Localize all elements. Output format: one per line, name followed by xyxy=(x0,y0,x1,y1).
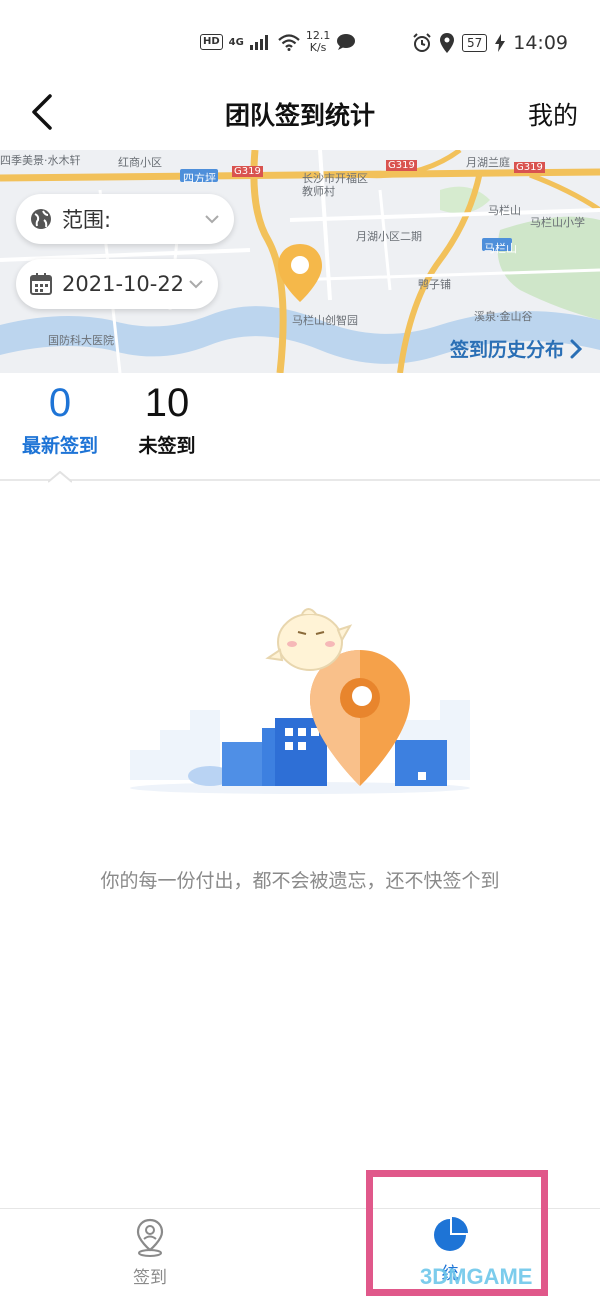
latest-label: 最新签到 xyxy=(21,435,98,457)
hd-badge: HD xyxy=(200,34,223,50)
location-icon xyxy=(439,33,454,53)
status-left: HD 4G 12.1 K/s xyxy=(200,30,356,54)
map-label: 长沙市开福区教师村 xyxy=(302,172,368,198)
status-bar: HD 4G 12.1 K/s 57 14:09 xyxy=(0,0,600,80)
map-label: 鸭子铺 xyxy=(418,278,451,291)
battery-level: 57 xyxy=(461,34,488,52)
empty-state-message: 你的每一份付出，都不会被遗忘，还不快签个到 xyxy=(100,870,500,892)
chevron-down-icon xyxy=(189,280,203,289)
map-label: 马栏山小学 xyxy=(530,216,585,229)
unsigned-count: 10 xyxy=(144,381,190,425)
map-label: 四方坪 xyxy=(183,172,216,185)
map-label: 月湖兰庭 xyxy=(466,156,510,169)
alarm-icon xyxy=(413,33,431,52)
speed-unit: K/s xyxy=(309,41,327,54)
latest-count: 0 xyxy=(48,381,72,425)
map-label: 月湖小区二期 xyxy=(356,230,422,243)
tab-unsigned[interactable]: 10 未签到 xyxy=(112,377,222,458)
date-value: 2021-10-22 xyxy=(62,272,185,296)
road-badge: G319 xyxy=(386,160,417,171)
map-label: 红商小区 xyxy=(118,156,162,169)
watermark: 3DMGAME xyxy=(420,1264,533,1289)
location-pin-icon xyxy=(136,1218,164,1257)
charging-icon xyxy=(495,34,506,52)
scope-label: 范围: xyxy=(62,208,112,232)
history-link-label: 签到历史分布 xyxy=(449,339,564,361)
map-label: 马栏山 xyxy=(484,242,517,255)
scope-selector[interactable]: 范围: xyxy=(16,194,234,244)
location-pin-icon xyxy=(278,244,322,302)
status-right: 57 14:09 xyxy=(412,32,568,54)
chevron-right-icon xyxy=(570,339,582,358)
signal-icon xyxy=(249,35,268,50)
message-icon xyxy=(337,34,356,50)
map-label: 马栏山 xyxy=(488,204,521,217)
road-badge: G319 xyxy=(232,166,263,177)
tab-latest-signin[interactable]: 0 最新签到 xyxy=(5,377,115,458)
map-label: 四季美景·水木轩 xyxy=(0,154,81,167)
empty-state-illustration xyxy=(130,608,470,794)
history-distribution-link[interactable]: 签到历史分布 xyxy=(450,335,582,362)
calendar-icon xyxy=(30,273,52,295)
map-label: 溪泉·金山谷 xyxy=(474,310,533,323)
mine-button[interactable]: 我的 xyxy=(528,96,578,132)
network-speed: 12.1 K/s xyxy=(306,30,331,54)
map-label: 国防科大医院 xyxy=(48,334,114,347)
clock: 14:09 xyxy=(513,32,568,54)
wifi-icon xyxy=(278,33,300,51)
network-type: 4G xyxy=(228,36,244,48)
map-label: 马栏山创智园 xyxy=(292,314,358,327)
chevron-down-icon xyxy=(205,215,219,224)
map-view[interactable]: 四季美景·水木轩 红商小区 四方坪 长沙市开福区教师村 月湖兰庭 马栏山 马栏山… xyxy=(0,150,600,373)
tab-signin[interactable]: 签到 xyxy=(100,1217,200,1288)
road-badge: G319 xyxy=(514,162,545,173)
page-title: 团队签到统计 xyxy=(224,102,375,130)
unsigned-label: 未签到 xyxy=(138,435,196,457)
nav-bar: 团队签到统计 我的 xyxy=(0,80,600,150)
date-selector[interactable]: 2021-10-22 xyxy=(16,259,218,309)
stats-tabs: 0 最新签到 10 未签到 xyxy=(0,373,600,483)
selected-tab-caret xyxy=(48,471,72,483)
globe-icon xyxy=(31,209,51,229)
tab-signin-label: 签到 xyxy=(133,1268,167,1288)
